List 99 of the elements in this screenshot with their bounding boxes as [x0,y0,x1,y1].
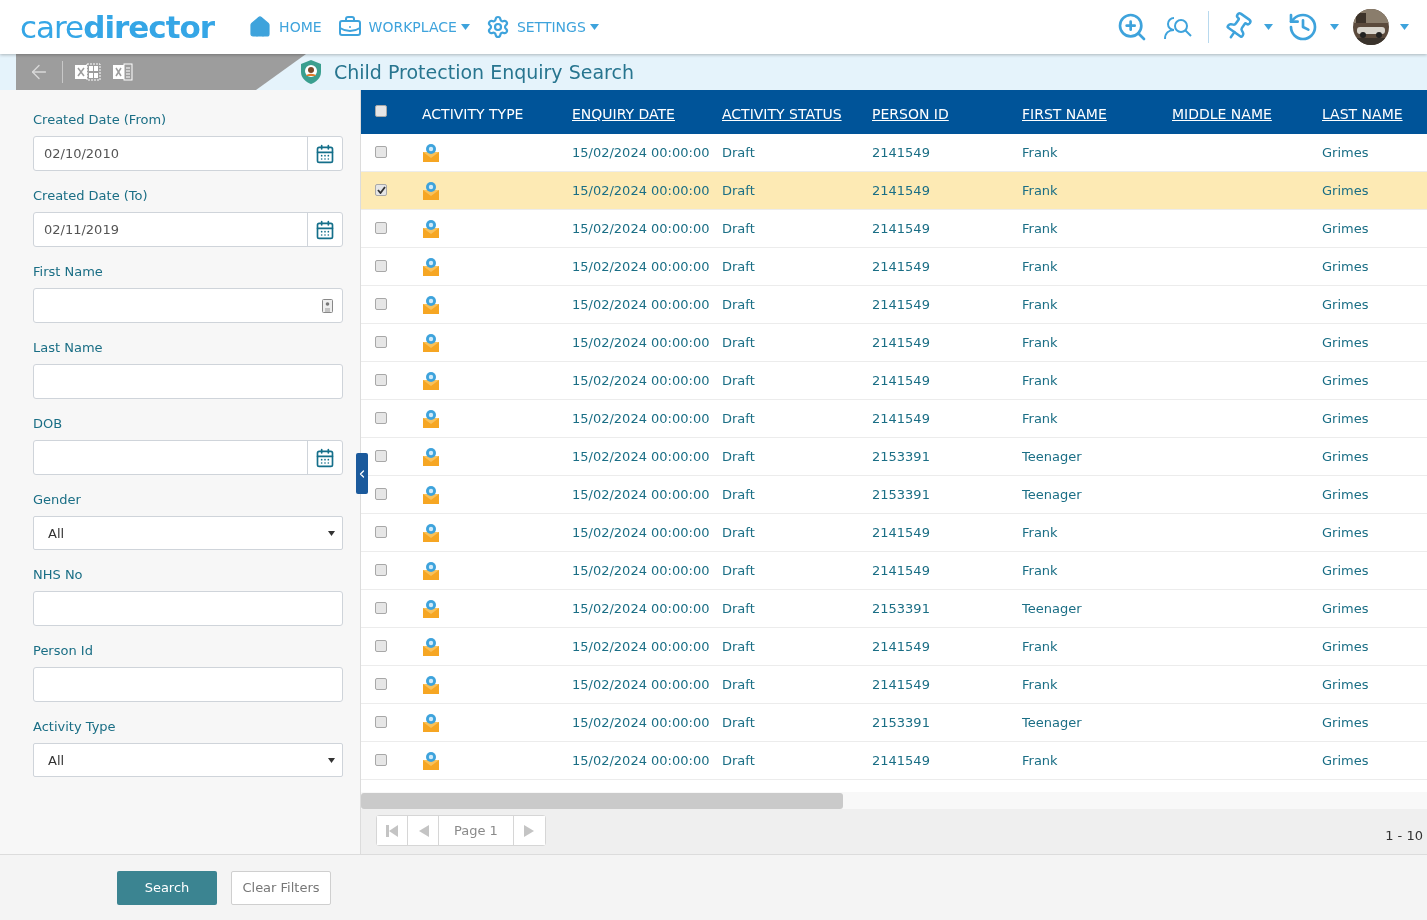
field-label: Person Id [33,643,94,658]
input-field[interactable] [33,288,343,323]
date-field[interactable]: 02/11/2019 [33,212,343,247]
row-checkbox[interactable] [375,564,387,576]
excel-icon[interactable] [113,63,133,81]
calendar-icon [315,143,335,164]
row-checkbox[interactable] [375,754,387,766]
previous-icon [417,824,429,837]
page-title: Child Protection Enquiry Search [334,61,634,83]
caret-icon [328,757,335,763]
select-field[interactable]: All [33,743,343,777]
envelope-icon [422,218,440,239]
next-icon [523,824,535,837]
row-checkbox[interactable] [375,640,387,652]
briefcase-icon [337,15,362,39]
date-input[interactable]: 02/11/2019 [34,222,307,237]
field-label: DOB [33,416,64,431]
envelope-icon [422,256,440,277]
row-checkbox[interactable] [375,716,387,728]
row-checkbox[interactable] [375,146,387,158]
envelope-icon [422,712,440,733]
search-button[interactable]: Search [117,870,217,905]
row-checkbox[interactable] [375,488,387,500]
table-cell: 2141549 [860,172,1010,210]
envelope-icon [422,446,440,467]
row-checkbox[interactable] [375,336,387,348]
calendar-icon [315,447,335,468]
input-field[interactable] [33,591,343,626]
select-all-checkbox[interactable] [375,105,387,117]
envelope-icon [422,636,440,657]
logo: caredirector [20,9,215,45]
row-checkbox[interactable] [375,526,387,538]
record-range: 1 - 10 [1385,828,1423,843]
envelope-icon [422,598,440,619]
select-field[interactable]: All [33,516,343,550]
zoom-in-icon[interactable] [1116,11,1148,43]
excel-grid-icon[interactable] [75,63,101,81]
column-header[interactable]: ENQUIRY DATE [560,90,710,134]
contact-card-icon [322,298,333,313]
envelope-icon [422,332,440,353]
envelope-icon [422,560,440,581]
field-label: Activity Type [33,719,117,734]
field-label: Last Name [33,340,104,355]
envelope-icon [422,370,440,391]
column-header: ACTIVITY TYPE [410,90,560,134]
row-checkbox[interactable] [375,450,387,462]
table-cell: Frank [1010,172,1160,210]
caret-icon [1400,24,1409,30]
first-page-icon [385,824,399,837]
caret-icon [460,24,470,30]
row-checkbox[interactable] [375,412,387,424]
envelope-icon [422,750,440,771]
column-header[interactable]: LAST NAME [1310,90,1427,134]
column-header[interactable]: PERSON ID [860,90,1010,134]
envelope-icon [422,674,440,695]
first-page-button[interactable] [377,816,408,845]
row-checkbox[interactable] [375,184,387,196]
home-icon [248,15,273,39]
envelope-icon [422,142,440,163]
field-label: Created Date (To) [33,188,149,203]
row-checkbox[interactable] [375,222,387,234]
settings-icon [485,15,510,39]
row-checkbox[interactable] [375,678,387,690]
field-label: First Name [33,264,104,279]
table-cell: 15/02/2024 00:00:00 [560,172,710,210]
caret-icon [1264,24,1273,30]
row-checkbox[interactable] [375,298,387,310]
envelope-icon [422,522,440,543]
calendar-icon [315,219,335,240]
field-label: Gender [33,492,82,507]
input-field[interactable] [33,364,343,399]
row-checkbox[interactable] [375,602,387,614]
input-field[interactable] [33,667,343,702]
date-field[interactable]: 02/10/2010 [33,136,343,171]
check-icon [376,186,386,194]
collapse-button[interactable] [356,453,368,494]
caret-icon [1330,24,1339,30]
scrollbar-thumb[interactable] [361,792,843,809]
envelope-icon [422,408,440,429]
caret-icon [328,530,335,536]
envelope-icon [422,180,440,201]
row-checkbox[interactable] [375,260,387,272]
field-label: Created Date (From) [33,112,168,127]
column-header[interactable]: MIDDLE NAME [1160,90,1310,134]
envelope-icon [422,484,440,505]
field-label: NHS No [33,567,84,582]
column-header[interactable]: FIRST NAME [1010,90,1160,134]
envelope-icon [422,294,440,315]
clear-filters-button[interactable]: Clear Filters [231,870,331,905]
table-cell: Grimes [1310,172,1427,210]
row-checkbox[interactable] [375,374,387,386]
table-cell: Draft [710,172,860,210]
date-field[interactable] [33,440,343,475]
caret-icon [589,24,599,30]
column-header[interactable]: ACTIVITY STATUS [710,90,860,134]
date-input[interactable]: 02/10/2010 [34,146,307,161]
shield-icon [300,59,322,85]
page-indicator: Page 1 [439,816,514,845]
history-icon[interactable] [1287,11,1319,43]
